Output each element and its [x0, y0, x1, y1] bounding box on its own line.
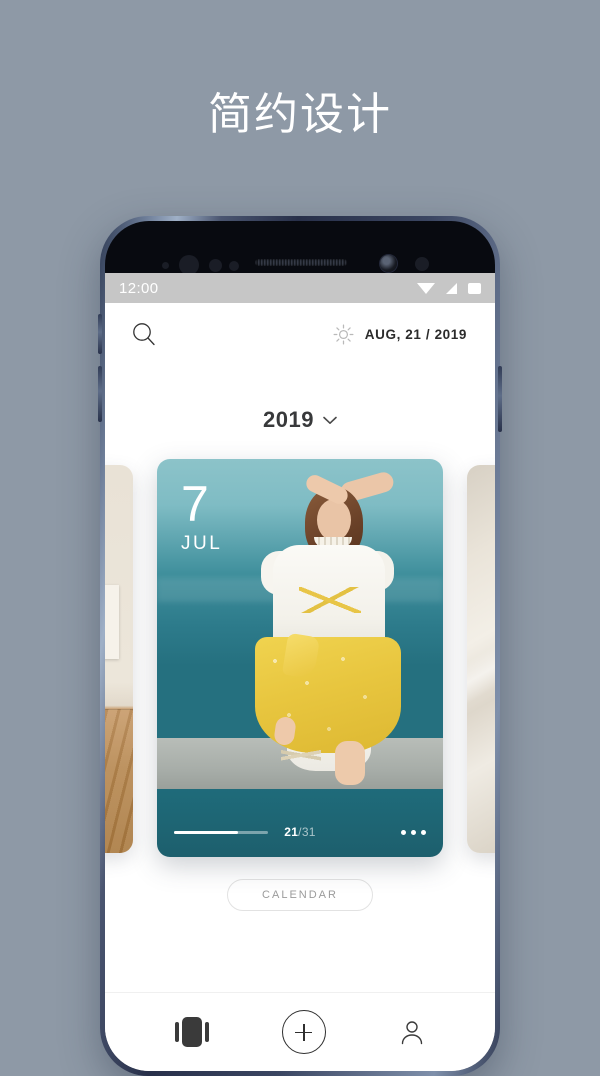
carousel-card-current[interactable]: 7 JUL 21/31	[157, 459, 443, 857]
status-bar-time: 12:00	[119, 279, 159, 297]
app-bar: AUG, 21 / 2019	[105, 303, 495, 365]
phone-screen: 12:00 AUG, 21 / 2019 2019 7 JUL 21/31 CA…	[105, 273, 495, 1071]
search-icon[interactable]	[131, 321, 157, 347]
battery-icon	[468, 282, 481, 294]
signal-icon	[446, 282, 457, 294]
leg	[335, 741, 365, 785]
power-button[interactable]	[498, 366, 502, 432]
iris-sensor-icon	[179, 255, 199, 275]
wood-floor	[105, 709, 133, 853]
earpiece-speaker-icon	[255, 259, 347, 266]
year-selector[interactable]: 2019	[105, 407, 495, 433]
calendar-button[interactable]: CALENDAR	[227, 879, 373, 911]
card-month-label: JUL	[181, 533, 223, 554]
nav-item-add[interactable]	[281, 1010, 326, 1054]
page-title: 简约设计	[208, 89, 392, 140]
fabric-fold	[467, 572, 495, 754]
carousel-card-previous[interactable]	[105, 465, 133, 853]
page-total: 31	[301, 825, 316, 839]
device-bezel: 12:00 AUG, 21 / 2019 2019 7 JUL 21/31 CA…	[105, 221, 495, 1071]
carousel-card-next[interactable]	[467, 465, 495, 853]
light-sensor-icon	[209, 259, 222, 272]
status-bar: 12:00	[105, 273, 495, 303]
chevron-down-icon[interactable]	[323, 416, 337, 425]
wall-frame	[105, 585, 119, 659]
nav-item-cards[interactable]	[175, 1017, 210, 1047]
aux-sensor-icon	[415, 257, 429, 271]
soft-fabric-photo	[467, 465, 495, 853]
photo-carousel[interactable]: 7 JUL 21/31	[105, 459, 495, 857]
phone-device-mockup: 12:00 AUG, 21 / 2019 2019 7 JUL 21/31 CA…	[98, 216, 502, 1076]
carousel-cards-icon-left	[175, 1022, 180, 1042]
plus-circle-icon	[295, 1023, 313, 1041]
volume-up-button[interactable]	[98, 314, 102, 354]
nav-item-profile[interactable]	[399, 1018, 425, 1046]
carousel-cards-icon-right	[205, 1022, 210, 1042]
card-date-overlay: 7 JUL	[181, 476, 223, 555]
ir-sensor-icon	[229, 261, 239, 271]
interior-room-photo	[105, 465, 133, 853]
page-counter: 21/31	[157, 825, 443, 839]
calendar-button-wrap: CALENDAR	[105, 879, 495, 911]
volume-down-button[interactable]	[98, 366, 102, 422]
face	[317, 499, 351, 541]
proximity-sensor-icon	[162, 262, 169, 269]
bottom-navigation-bar	[105, 992, 495, 1071]
year-label: 2019	[263, 407, 314, 432]
card-bottom-bar: 21/31	[157, 824, 443, 840]
current-date-label: AUG, 21 / 2019	[364, 326, 467, 342]
shirt-print	[299, 587, 361, 613]
status-bar-icons	[417, 282, 481, 294]
app-bar-right-group: AUG, 21 / 2019	[333, 324, 467, 345]
carousel-cards-icon	[182, 1017, 203, 1047]
page-current: 21	[284, 825, 299, 839]
sun-icon[interactable]	[333, 324, 354, 345]
device-sensor-row	[105, 221, 495, 275]
front-camera-icon	[380, 255, 397, 272]
card-day-number: 7	[181, 476, 210, 532]
wifi-icon	[417, 282, 435, 294]
